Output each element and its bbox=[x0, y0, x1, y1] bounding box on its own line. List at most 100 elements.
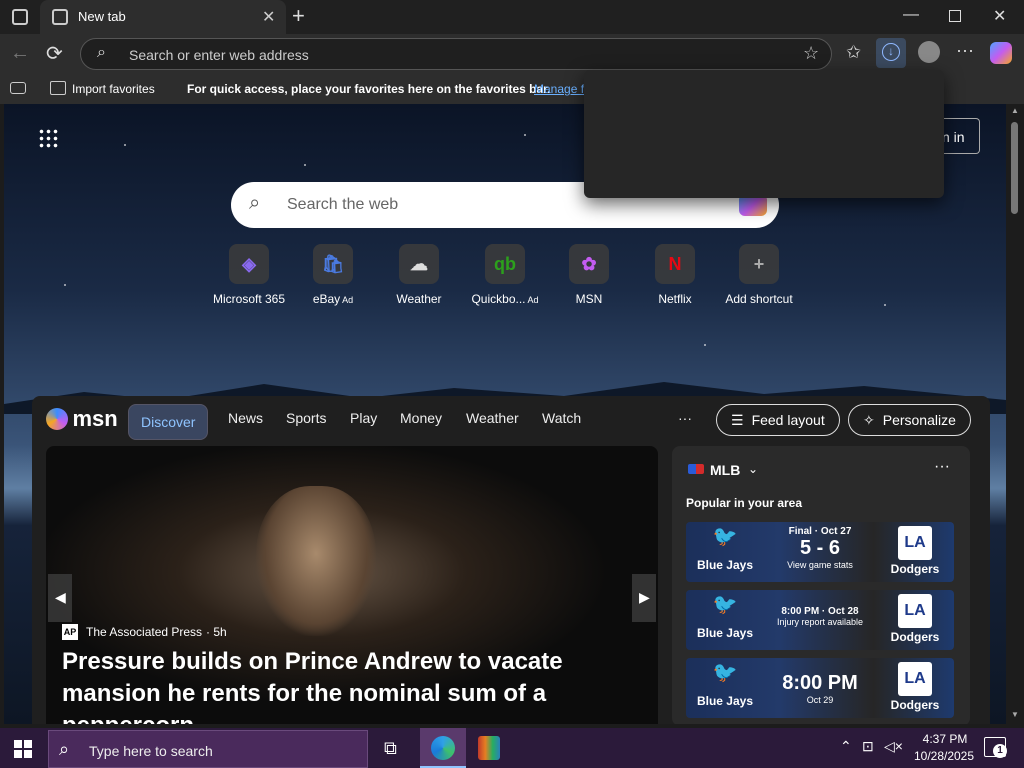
favorites-icon[interactable]: ✩ bbox=[846, 42, 861, 63]
taskbar: ⌕ Type here to search ⧉ ⌃ ⊡ ◁× 4:37 PM 1… bbox=[0, 728, 1024, 768]
carousel-prev-button[interactable]: ◀ bbox=[48, 574, 72, 622]
shortcut-label: Quickbo... bbox=[471, 292, 526, 306]
team-away: LA Dodgers bbox=[880, 522, 950, 576]
shortcut-ebay[interactable]: 🛍 eBay Ad bbox=[288, 244, 378, 306]
favorite-star-icon[interactable]: ☆ bbox=[803, 43, 819, 64]
game-score: 8:00 PM bbox=[782, 672, 858, 694]
article-photo bbox=[256, 486, 376, 636]
chevron-down-icon[interactable]: ⌄ bbox=[748, 462, 758, 476]
tab-new-tab[interactable]: New tab ✕ bbox=[40, 0, 286, 34]
game-status: Final · Oct 27 bbox=[788, 526, 852, 537]
clock-time[interactable]: 4:37 PM bbox=[916, 732, 974, 746]
edge-taskbar-button[interactable] bbox=[420, 728, 466, 768]
msn-logo[interactable]: msn bbox=[46, 406, 118, 432]
tab-news[interactable]: News bbox=[228, 410, 263, 426]
network-icon[interactable]: ⊡ bbox=[862, 738, 874, 755]
tab-bar: New tab ✕ + — ✕ bbox=[0, 0, 1024, 34]
scroll-thumb[interactable] bbox=[1011, 122, 1018, 214]
hero-article[interactable]: ◀ ▶ AP The Associated Press · 5h Pressur… bbox=[46, 446, 658, 724]
article-source[interactable]: The Associated Press bbox=[86, 625, 202, 639]
home-team-name: Blue Jays bbox=[696, 694, 754, 708]
shortcut-label: eBay bbox=[312, 292, 341, 306]
tab-discover[interactable]: Discover bbox=[128, 404, 208, 440]
carousel-next-button[interactable]: ▶ bbox=[632, 574, 656, 622]
manage-favorites-link[interactable]: Manage f bbox=[534, 82, 584, 96]
shortcut-quickbooks[interactable]: qb Quickbo... Ad bbox=[460, 244, 550, 306]
refresh-icon[interactable]: ⟳ bbox=[46, 41, 63, 66]
restore-icon[interactable] bbox=[949, 10, 961, 22]
game-card[interactable]: 🐦 Blue Jays LA Dodgers 8:00 PM Oct 29 bbox=[686, 658, 954, 718]
dodgers-logo-icon: LA bbox=[898, 594, 932, 628]
clock-date[interactable]: 10/28/2025 bbox=[908, 749, 980, 763]
feed-layout-label: Feed layout bbox=[751, 412, 825, 428]
tab-sports[interactable]: Sports bbox=[286, 410, 326, 426]
tab-money[interactable]: Money bbox=[400, 410, 442, 426]
game-subtext[interactable]: View game stats bbox=[760, 560, 880, 570]
tab-watch[interactable]: Watch bbox=[542, 410, 581, 426]
copilot-icon[interactable] bbox=[990, 42, 1012, 64]
game-status: 8:00 PM · Oct 28 bbox=[781, 606, 859, 617]
msn-butterfly-icon bbox=[46, 408, 68, 430]
shortcut-msn[interactable]: ✿ MSN bbox=[544, 244, 634, 306]
taskbar-search-icon: ⌕ bbox=[59, 739, 70, 759]
away-team-name: Dodgers bbox=[890, 630, 940, 644]
shortcut-microsoft-365[interactable]: ◈ Microsoft 365 bbox=[204, 244, 294, 306]
web-search-input[interactable]: Search the web bbox=[287, 196, 398, 214]
chevron-right-icon: ▶ bbox=[639, 589, 650, 605]
game-card[interactable]: 🐦 Blue Jays LA Dodgers Final · Oct 27 5 - 6 Vi… bbox=[686, 522, 954, 582]
game-card[interactable]: 🐦 Blue Jays LA Dodgers 8:00 PM · Oct 28 Injur… bbox=[686, 590, 954, 650]
mlb-more-icon[interactable]: ··· bbox=[934, 458, 950, 476]
tab-actions-icon[interactable] bbox=[12, 9, 28, 25]
address-bar[interactable]: ⌕ Search or enter web address ☆ bbox=[80, 38, 832, 70]
shortcut-netflix[interactable]: N Netflix bbox=[630, 244, 720, 306]
app-taskbar-button[interactable] bbox=[474, 734, 504, 762]
chevron-up-icon[interactable]: ⌃ bbox=[840, 738, 852, 755]
back-icon[interactable]: ← bbox=[10, 42, 30, 65]
tab-close-icon[interactable]: ✕ bbox=[262, 7, 275, 27]
scroll-down-icon[interactable]: ▼ bbox=[1011, 710, 1019, 719]
quickbooks-icon: qb bbox=[485, 244, 525, 284]
download-icon: ↓ bbox=[882, 43, 900, 61]
downloads-button[interactable]: ↓ bbox=[876, 38, 906, 68]
feed-layout-button[interactable]: ☰ Feed layout bbox=[716, 404, 840, 436]
profile-avatar[interactable] bbox=[918, 41, 940, 63]
shortcut-label: Weather bbox=[396, 292, 442, 306]
star bbox=[524, 134, 526, 136]
page-scrollbar[interactable]: ▲ ▼ bbox=[1006, 104, 1024, 724]
taskbar-search-input[interactable]: Type here to search bbox=[89, 743, 213, 759]
more-nav-icon[interactable]: ··· bbox=[678, 410, 692, 426]
blue-jays-logo-icon: 🐦 bbox=[712, 662, 738, 684]
shortcut-plus[interactable]: + Add shortcut bbox=[714, 244, 804, 306]
tab-weather[interactable]: Weather bbox=[466, 410, 519, 426]
shortcut-weather[interactable]: ☁ Weather bbox=[374, 244, 464, 306]
chevron-left-icon: ◀ bbox=[55, 589, 66, 605]
game-info: Final · Oct 27 5 - 6 View game stats bbox=[760, 524, 880, 570]
blue-jays-logo-icon: 🐦 bbox=[712, 594, 738, 616]
tab-play[interactable]: Play bbox=[350, 410, 377, 426]
scroll-up-icon[interactable]: ▲ bbox=[1011, 106, 1019, 115]
apps-grid-icon[interactable] bbox=[38, 128, 58, 148]
article-headline[interactable]: Pressure builds on Prince Andrew to vaca… bbox=[62, 646, 652, 724]
volume-icon[interactable]: ◁× bbox=[884, 738, 903, 755]
personalize-button[interactable]: ✧ Personalize bbox=[848, 404, 971, 436]
address-input[interactable]: Search or enter web address bbox=[129, 47, 309, 63]
shortcut-label: Add shortcut bbox=[725, 292, 793, 306]
close-window-icon[interactable]: ✕ bbox=[993, 6, 1006, 26]
more-options-icon[interactable]: ··· bbox=[956, 40, 974, 61]
shortcut-label: Netflix bbox=[658, 292, 692, 306]
task-view-icon[interactable]: ⧉ bbox=[384, 738, 397, 759]
notification-center-button[interactable]: 1 bbox=[984, 737, 1007, 758]
edge-icon bbox=[431, 736, 455, 760]
new-tab-plus-icon[interactable]: + bbox=[292, 3, 305, 29]
windows-start-icon[interactable] bbox=[14, 740, 32, 758]
mlb-title[interactable]: MLB bbox=[710, 462, 740, 478]
ad-badge: Ad bbox=[340, 295, 354, 305]
netflix-icon: N bbox=[655, 244, 695, 284]
away-team-name: Dodgers bbox=[890, 698, 940, 712]
dodgers-logo-icon: LA bbox=[898, 662, 932, 696]
minimize-icon[interactable]: — bbox=[903, 6, 919, 24]
taskbar-search-box[interactable]: ⌕ Type here to search bbox=[48, 730, 368, 768]
home-team-name: Blue Jays bbox=[696, 558, 754, 572]
import-favorites-button[interactable]: Import favorites bbox=[72, 82, 155, 96]
downloads-flyout[interactable] bbox=[584, 70, 944, 198]
